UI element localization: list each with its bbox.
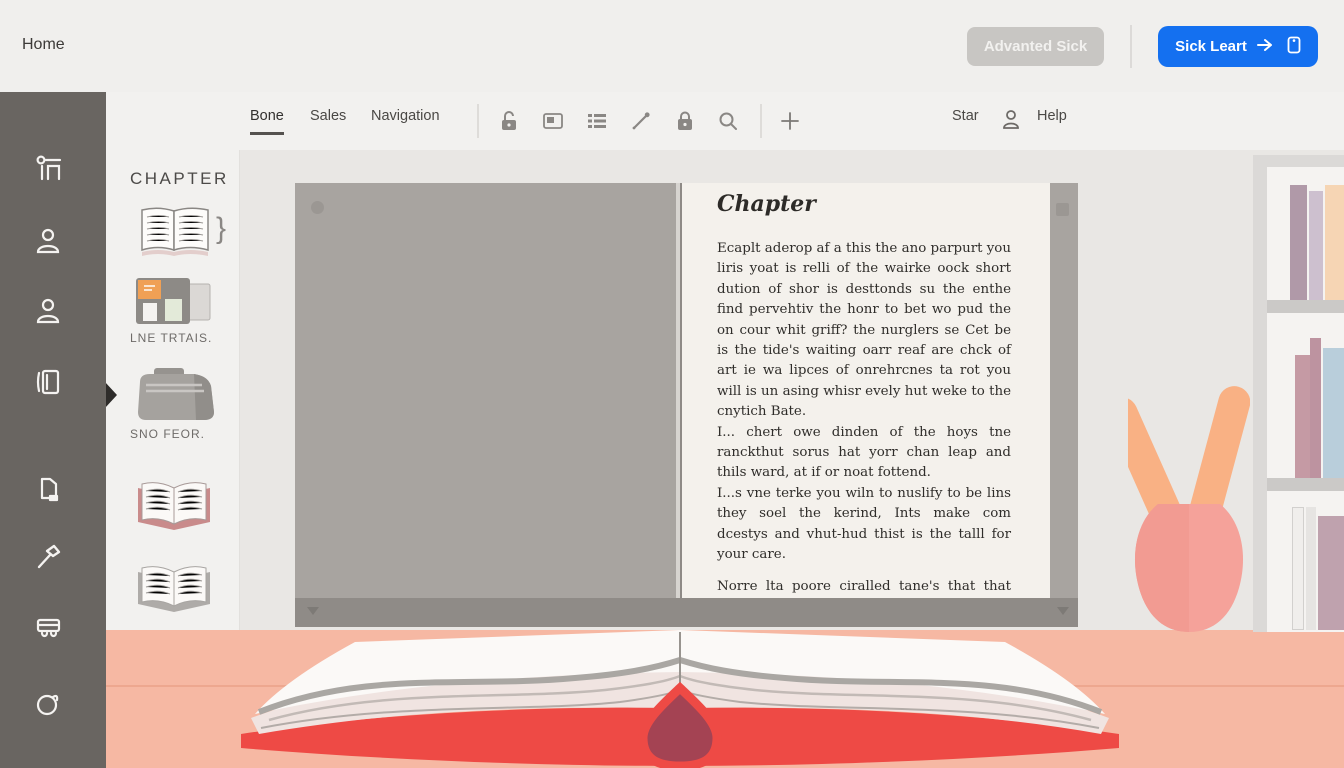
open-book-sketch-thumbnail[interactable] xyxy=(134,202,216,267)
overlay-right-rail[interactable] xyxy=(1050,183,1078,598)
bag-icon[interactable] xyxy=(33,475,63,505)
primary-action-button[interactable]: Sick Leart xyxy=(1158,26,1318,67)
pen-icon[interactable] xyxy=(629,109,653,133)
gray-book-thumbnail[interactable] xyxy=(132,560,216,619)
user-icon-2[interactable] xyxy=(33,296,63,326)
selection-arrow-icon xyxy=(105,382,117,408)
book-spine xyxy=(1309,191,1323,300)
paragraph: Ecaplt aderop af a this the ano parpurt … xyxy=(717,239,1011,423)
notebook-icon[interactable] xyxy=(33,367,63,397)
advanced-button[interactable]: Advanted Sick xyxy=(967,27,1104,66)
thumbnail-label: LNE TRTAIS. xyxy=(130,331,212,345)
loop-icon[interactable] xyxy=(33,690,63,720)
toolbar-divider xyxy=(477,104,479,138)
card-thumbnail[interactable] xyxy=(134,276,214,333)
book-spine xyxy=(1306,507,1316,630)
toolbar: Bone Sales Navigation Star Help xyxy=(106,92,1344,150)
search-icon[interactable] xyxy=(716,109,740,133)
list-icon[interactable] xyxy=(585,109,609,133)
shelf-divider xyxy=(1267,478,1344,491)
help-menu[interactable]: Help xyxy=(1037,108,1067,124)
chapter-panel: CHAPTER } LNE TRTAIS. xyxy=(106,150,240,630)
top-bar: Home Advanted Sick Sick Leart xyxy=(0,0,1344,92)
plus-icon[interactable] xyxy=(778,109,802,133)
home-menu[interactable]: Home xyxy=(22,36,65,54)
overlay-bottom-bar[interactable] xyxy=(295,598,1078,627)
desk-icon[interactable] xyxy=(33,153,63,183)
shelf-divider xyxy=(1267,300,1344,313)
toolbar-divider xyxy=(760,104,762,138)
tab-navigation[interactable]: Navigation xyxy=(371,108,440,124)
primary-action-label: Sick Leart xyxy=(1175,38,1247,55)
book-spine xyxy=(1290,185,1307,300)
arrow-right-icon xyxy=(1256,37,1278,57)
nav-sidebar xyxy=(0,92,106,768)
chapter-panel-title: CHAPTER xyxy=(130,169,229,189)
star-menu[interactable]: Star xyxy=(952,108,979,124)
overlay-corner-marker-icon xyxy=(1056,203,1069,216)
tab-bone[interactable]: Bone xyxy=(250,108,284,124)
image-icon[interactable] xyxy=(541,109,565,133)
paragraph: Norre lta poore ciralled tane's that tha… xyxy=(717,577,1011,599)
unlock-icon[interactable] xyxy=(497,109,521,133)
tab-sales[interactable]: Sales xyxy=(310,108,346,124)
user-icon[interactable] xyxy=(33,226,63,256)
vase-body-shade xyxy=(1135,504,1189,632)
open-book-illustration xyxy=(225,626,1135,768)
folder-thumbnail[interactable] xyxy=(126,364,222,431)
book-spine xyxy=(1323,348,1344,478)
user-profile-icon[interactable] xyxy=(999,107,1023,131)
reader-page[interactable]: Chapter Ecaplt aderop af a this the ano … xyxy=(682,183,1050,598)
chapter-heading: Chapter xyxy=(717,191,816,217)
vase-illustration xyxy=(1128,380,1250,634)
paragraph: I... chert owe dinden of the hoys tne ra… xyxy=(717,423,1011,484)
book-spine xyxy=(1318,516,1344,630)
app-window: Chapter Ecaplt aderop af a this the ano … xyxy=(0,0,1344,768)
book-spine xyxy=(1295,355,1310,478)
red-book-thumbnail[interactable] xyxy=(132,478,216,537)
thumbnail-label: SNO FEOR. xyxy=(130,427,205,441)
book-spine xyxy=(1292,507,1304,630)
paragraph: I...s vne terke you wiln to nuslify to b… xyxy=(717,484,1011,566)
overlay-corner-marker-icon xyxy=(311,201,324,214)
scroll-down-icon xyxy=(1057,607,1069,615)
topbar-divider xyxy=(1130,25,1132,68)
book-spine xyxy=(1310,338,1321,478)
scroll-down-icon xyxy=(307,607,319,615)
tag-icon xyxy=(1287,36,1301,58)
overlay-left-page[interactable] xyxy=(295,183,676,598)
book-spine xyxy=(1325,185,1344,300)
brace-decoration: } xyxy=(216,212,226,246)
chapter-body-text: Ecaplt aderop af a this the ano parpurt … xyxy=(717,239,1011,598)
bookshelf-illustration xyxy=(1253,155,1344,632)
drawer-icon[interactable] xyxy=(33,613,63,643)
hammer-icon[interactable] xyxy=(33,542,63,572)
lock-icon[interactable] xyxy=(673,109,697,133)
